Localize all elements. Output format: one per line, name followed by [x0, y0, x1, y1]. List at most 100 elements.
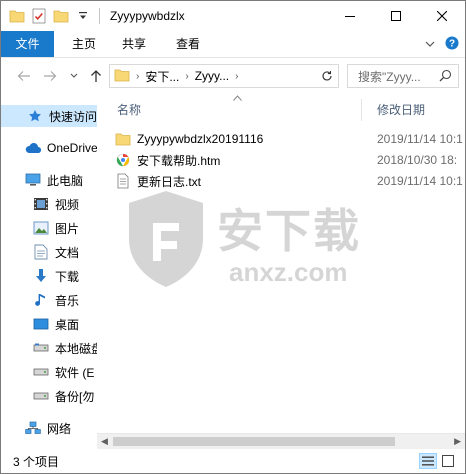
address-bar[interactable]: › 安下... › Zyyy... › — [109, 64, 339, 88]
details-view-button[interactable] — [419, 453, 437, 469]
nav-item-quick-access[interactable]: 快速访问 — [1, 105, 97, 127]
quick-access-toolbar — [1, 1, 106, 31]
file-name: Zyyypywbdzlx20191116 — [137, 132, 264, 146]
shield-icon — [129, 191, 203, 287]
drive-icon — [33, 388, 49, 404]
text-file-icon — [115, 173, 131, 189]
customize-toolbar-icon[interactable] — [73, 6, 93, 26]
watermark: 安下载 anxz.com — [125, 189, 395, 299]
details-view-icon — [422, 456, 434, 466]
nav-item-onedrive[interactable]: OneDrive — [1, 137, 97, 159]
ribbon-right-controls: ? — [425, 31, 459, 57]
forward-arrow-icon — [44, 71, 57, 81]
table-row[interactable]: 安下载帮助.htm 2018/10/30 18: — [115, 150, 465, 170]
watermark-url: anxz.com — [229, 257, 348, 287]
maximize-icon — [391, 11, 401, 21]
nav-item-network[interactable]: 网络 — [1, 417, 97, 439]
file-name: 安下载帮助.htm — [137, 153, 221, 168]
nav-item-desktop[interactable]: 桌面 — [1, 313, 97, 335]
search-icon — [439, 69, 452, 85]
close-icon — [437, 11, 447, 21]
column-header-name[interactable]: 名称 — [117, 99, 141, 121]
music-icon — [33, 292, 49, 308]
nav-item-label: 桌面 — [55, 317, 80, 332]
drive-icon — [33, 364, 49, 380]
tab-share[interactable]: 共享 — [114, 31, 154, 57]
computer-icon — [25, 172, 41, 188]
star-icon — [27, 108, 43, 124]
table-row[interactable]: Zyyypywbdzlx20191116 2019/11/14 10:1 — [115, 129, 465, 149]
close-button[interactable] — [419, 1, 465, 31]
status-bar: 3 个项目 — [1, 449, 465, 473]
large-icons-view-button[interactable] — [439, 453, 457, 469]
nav-item-music[interactable]: 音乐 — [1, 289, 97, 311]
properties-icon[interactable] — [29, 6, 49, 26]
nav-item-label: OneDrive — [47, 141, 97, 155]
nav-item-pictures[interactable]: 图片 — [1, 217, 97, 239]
network-icon — [25, 420, 41, 436]
expand-ribbon-button[interactable] — [425, 37, 435, 51]
up-button[interactable] — [87, 67, 105, 85]
breadcrumb-item[interactable]: Zyyy... — [195, 69, 229, 83]
nav-item-label: 备份[勿 — [55, 389, 95, 404]
nav-item-label: 软件 (E — [55, 365, 95, 380]
search-box[interactable]: 搜索"Zyyy... — [347, 64, 459, 88]
drive-icon — [33, 340, 49, 356]
search-input[interactable]: 搜索"Zyyy... — [358, 68, 421, 85]
desktop-icon — [33, 316, 49, 332]
back-arrow-icon — [17, 71, 30, 81]
nav-item-label: 文档 — [55, 245, 80, 260]
nav-item-label: 音乐 — [55, 293, 80, 308]
sort-ascending-icon — [233, 93, 242, 103]
picture-icon — [33, 220, 49, 236]
scrollbar-thumb[interactable] — [113, 437, 395, 446]
ribbon: 文件 主页 共享 查看 ? — [1, 31, 465, 58]
horizontal-scrollbar[interactable]: ◀ ▶ — [97, 433, 465, 449]
refresh-button[interactable] — [318, 67, 336, 85]
nav-item-documents[interactable]: 文档 — [1, 241, 97, 263]
nav-item-local-disk[interactable]: 本地磁盘 — [1, 337, 97, 359]
nav-item-software-drive[interactable]: 软件 (E — [1, 361, 97, 383]
tab-file[interactable]: 文件 — [1, 31, 54, 57]
view-switcher — [419, 453, 457, 469]
navigation-pane: 快速访问 OneDrive 此电脑 视频 图片 文档 下载 音乐 桌面 本地磁 … — [1, 93, 97, 449]
forward-button[interactable] — [41, 67, 59, 85]
file-name: 更新日志.txt — [137, 174, 202, 189]
help-button[interactable]: ? — [445, 36, 459, 53]
address-row: › 安下... › Zyyy... › 搜索"Zyyy... — [1, 59, 465, 93]
tab-home[interactable]: 主页 — [64, 31, 104, 57]
chevron-down-icon — [425, 41, 435, 47]
scroll-left-icon[interactable]: ◀ — [101, 436, 108, 447]
svg-text:?: ? — [449, 38, 455, 49]
breadcrumb-chevron[interactable]: › — [136, 71, 139, 82]
minimize-button[interactable] — [327, 1, 373, 31]
column-header-modified[interactable]: 修改日期 — [377, 99, 425, 121]
scroll-right-icon[interactable]: ▶ — [454, 436, 461, 447]
nav-item-label: 此电脑 — [47, 173, 84, 188]
toolbar-separator — [99, 8, 100, 24]
breadcrumb-item[interactable]: 安下... — [145, 68, 179, 85]
maximize-button[interactable] — [373, 1, 419, 31]
file-date: 2019/11/14 10:1 — [377, 132, 463, 146]
nav-item-videos[interactable]: 视频 — [1, 193, 97, 215]
breadcrumb-chevron[interactable]: › — [235, 71, 238, 82]
breadcrumb-chevron[interactable]: › — [185, 71, 188, 82]
video-icon — [33, 196, 49, 212]
title-bar: Zyyypywbdzlx — [1, 1, 465, 31]
table-row[interactable]: 更新日志.txt 2019/11/14 10:1 — [115, 171, 465, 191]
nav-item-backup-drive[interactable]: 备份[勿 — [1, 385, 97, 407]
nav-item-label: 网络 — [47, 421, 72, 436]
nav-item-this-pc[interactable]: 此电脑 — [1, 169, 97, 191]
tab-view[interactable]: 查看 — [168, 31, 208, 57]
nav-item-label: 快速访问 — [49, 109, 97, 124]
recent-locations-button[interactable] — [65, 67, 83, 85]
help-icon: ? — [445, 36, 459, 49]
nav-item-downloads[interactable]: 下载 — [1, 265, 97, 287]
new-folder-icon[interactable] — [51, 6, 71, 26]
nav-item-label: 图片 — [55, 221, 80, 236]
up-arrow-icon — [91, 70, 101, 82]
folder-icon — [114, 68, 130, 85]
file-list-pane: 名称 修改日期 安下载 anxz.com Zyyypywbdzlx2019111… — [97, 93, 465, 449]
back-button[interactable] — [15, 67, 33, 85]
column-divider[interactable] — [361, 99, 362, 121]
